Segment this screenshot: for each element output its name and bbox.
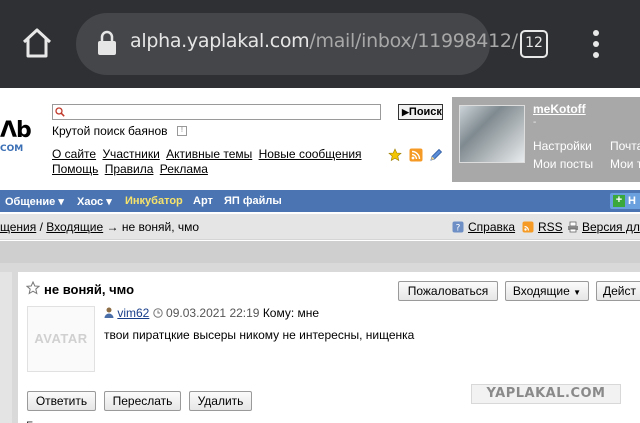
menu-item-incubator[interactable]: Инкубатор [125,195,183,207]
url-host: alpha.yaplakal.com [130,30,310,52]
help-icon: ? [452,221,464,233]
breadcrumb: щения / Входящие → не воняй, чмо [0,220,200,234]
nav-link-about[interactable]: О сайте [52,147,96,161]
left-strip [0,272,12,423]
nav-link-ads[interactable]: Реклама [160,162,208,176]
tab-count-icon[interactable]: 12 [520,30,548,58]
breadcrumb-messages[interactable]: щения [0,220,36,234]
lock-icon [98,30,116,55]
inbox-dropdown-label: Входящие [512,284,570,298]
footer-text: Б [26,419,34,423]
user-avatar[interactable] [459,105,525,163]
user-link-mail[interactable]: Почта [610,139,640,153]
rss-link[interactable]: RSS [538,220,563,234]
user-panel: meKotoff - Настройки Почта Мои посты Мои… [452,97,640,182]
breadcrumb-current: не воняй, чмо [121,220,200,234]
user-status: - [533,117,537,128]
svg-text:?: ? [456,224,461,234]
rss-small-icon [522,221,534,233]
slogan-text: Крутой поиск баянов [52,124,168,138]
url-text[interactable]: alpha.yaplakal.com/mail/inbox/11998412/ [130,30,518,52]
user-link-my-topics[interactable]: Мои т [610,157,640,171]
nav-link-rules[interactable]: Правила [105,162,154,176]
rss-icon[interactable] [409,148,423,162]
nav-link-active-topics[interactable]: Активные темы [166,147,252,161]
reply-button[interactable]: Ответить [27,391,96,411]
plus-icon: + [613,195,625,207]
message-subject: не воняй, чмо [44,282,135,297]
actions-button[interactable]: Дейст [596,281,640,301]
star-icon[interactable] [26,281,40,295]
message-body: твои пиратцкие высеры никому не интересн… [104,328,415,342]
breadcrumb-inbox[interactable]: Входящие [46,220,103,234]
nav-links-row2: Помощь Правила Реклама [52,162,211,176]
print-version-link[interactable]: Версия дл [582,220,640,234]
pencil-icon[interactable] [429,148,443,162]
star-bookmark-icon[interactable] [388,148,402,162]
sender-avatar-placeholder: AVATAR [27,306,95,372]
search-input[interactable] [52,104,381,120]
search-icon [55,107,65,117]
inbox-dropdown-button[interactable]: Входящие ▼ [505,281,589,301]
nav-links-row1: О сайте Участники Активные темы Новые со… [52,147,365,161]
arrow-right-icon: ▶ [402,107,409,117]
site-logo[interactable]: Λb [0,118,32,143]
info-icon[interactable]: ! [177,126,187,136]
nav-link-members[interactable]: Участники [102,147,159,161]
help-link[interactable]: Справка [468,220,515,234]
menu-item-communication[interactable]: Общение ▾ [5,195,64,208]
overflow-menu-icon[interactable] [590,30,602,58]
person-icon [104,307,114,318]
author-link[interactable]: vim62 [117,306,149,320]
home-icon[interactable] [20,26,54,60]
complain-button[interactable]: Пожаловаться [398,281,498,301]
new-topic-button[interactable]: + Н [610,193,640,209]
forward-button[interactable]: Переслать [104,391,181,411]
clock-icon [153,308,163,318]
username-link[interactable]: meKotoff [533,102,586,116]
separator-bar [0,241,640,263]
menu-item-art[interactable]: Арт [193,195,213,207]
menu-item-chaos[interactable]: Хаос ▾ [77,195,112,208]
print-icon [568,221,578,233]
user-link-my-posts[interactable]: Мои посты [533,157,593,171]
message-date: 09.03.2021 22:19 [166,306,260,320]
search-button[interactable]: ▶Поиск [398,104,443,120]
url-path: /mail/inbox/11998412/ [309,30,518,52]
caret-down-icon: ▼ [573,288,582,297]
user-link-settings[interactable]: Настройки [533,139,592,153]
menu-item-yap-files[interactable]: ЯП файлы [224,195,282,207]
nav-link-new-messages[interactable]: Новые сообщения [259,147,362,161]
recipient-label: Кому: мне [262,306,320,320]
new-topic-label: Н [628,195,636,207]
search-button-label: Поиск [408,106,442,118]
delete-button[interactable]: Удалить [189,391,252,411]
site-logo-sub: COM [0,144,24,154]
site-watermark: YAPLAKAL.COM [471,384,621,404]
message-meta: vim62 09.03.2021 22:19 Кому: мне [104,306,319,320]
nav-link-help[interactable]: Помощь [52,162,98,176]
